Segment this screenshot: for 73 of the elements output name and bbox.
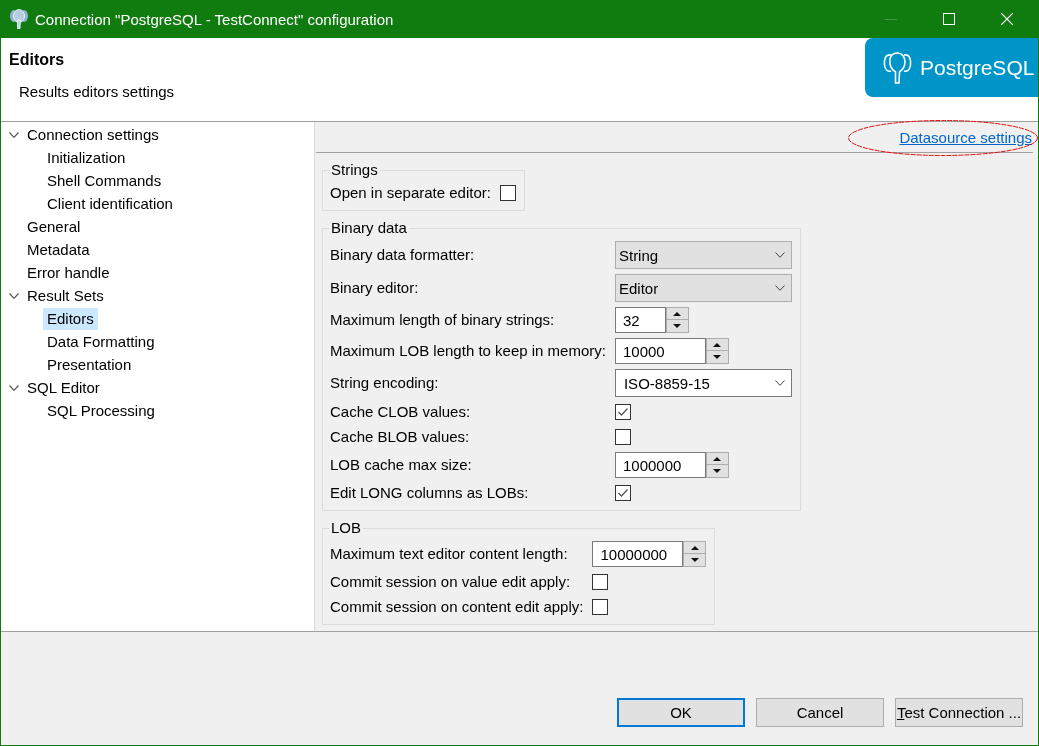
tree-item[interactable]: Metadata — [23, 238, 94, 261]
field-label: Cache BLOB values: — [330, 428, 471, 446]
up-arrow-icon — [713, 342, 722, 347]
dialog-button[interactable]: Test Connection ... — [895, 698, 1023, 727]
field-label: Binary editor: — [330, 279, 420, 297]
field-label: Edit LONG columns as LOBs: — [330, 484, 530, 502]
field-label: Maximum text editor content length: — [330, 545, 569, 563]
up-arrow-icon — [713, 456, 722, 461]
tree-item[interactable]: Result Sets — [23, 284, 108, 307]
up-arrow-icon — [673, 311, 682, 316]
group-title: Binary data — [330, 220, 408, 236]
number-field[interactable]: 1000000 — [614, 452, 706, 478]
number-field[interactable]: 32 — [614, 307, 666, 333]
group-title: Strings — [330, 162, 379, 178]
tree-item[interactable]: Initialization — [43, 146, 130, 169]
window-title: Connection "PostgreSQL - TestConnect" configuration — [35, 10, 395, 28]
number-field[interactable]: 10000000 — [592, 541, 684, 567]
field-label: Cache CLOB values: — [330, 403, 472, 421]
logo-text: PostgreSQL — [920, 55, 1035, 80]
decrement-button[interactable] — [705, 465, 729, 478]
number-field[interactable]: 10000 — [614, 338, 706, 364]
tree-item[interactable]: SQL Processing — [43, 399, 159, 422]
checkbox[interactable] — [614, 404, 631, 420]
chevron-icon — [774, 380, 785, 386]
dropdown[interactable]: ISO-8859-15 — [614, 369, 792, 397]
chevron-icon — [774, 285, 785, 291]
field-label: Binary data formatter: — [330, 246, 476, 264]
field-label: String encoding: — [330, 374, 440, 392]
group-title: LOB — [330, 520, 362, 536]
page-subtitle: Results editors settings — [19, 83, 175, 101]
elephant-icon — [883, 51, 912, 84]
field-label: Open in separate editor: — [330, 184, 491, 202]
elephant-icon — [10, 9, 28, 29]
chevron-icon[interactable] — [9, 384, 19, 391]
tree-item[interactable]: General — [23, 215, 85, 238]
tree-item[interactable]: Presentation — [43, 353, 136, 376]
field-label: Maximum LOB length to keep in memory: — [330, 342, 606, 360]
field-label: LOB cache max size: — [330, 456, 473, 474]
dropdown[interactable]: Editor — [614, 274, 792, 302]
field-label: Commit session on value edit apply: — [330, 573, 572, 591]
checkbox[interactable] — [499, 185, 516, 201]
increment-button[interactable] — [705, 338, 729, 351]
checkbox[interactable] — [592, 574, 609, 590]
up-arrow-icon — [690, 545, 699, 550]
down-arrow-icon — [713, 355, 722, 359]
checkbox[interactable] — [614, 485, 631, 501]
decrement-button[interactable] — [705, 351, 729, 364]
chevron-icon[interactable] — [9, 131, 19, 138]
tree-item[interactable]: Editors — [43, 307, 98, 330]
checkbox[interactable] — [614, 429, 631, 445]
chevron-icon — [774, 252, 785, 258]
decrement-button[interactable] — [683, 554, 707, 567]
dropdown[interactable]: String — [614, 241, 792, 269]
field-label: Maximum length of binary strings: — [330, 311, 556, 329]
down-arrow-icon — [673, 324, 682, 328]
checkbox[interactable] — [592, 599, 609, 615]
tree-item[interactable]: Connection settings — [23, 123, 163, 146]
tree-item[interactable]: Shell Commands — [43, 169, 166, 192]
field-label: Commit session on content edit apply: — [330, 598, 584, 616]
down-arrow-icon — [713, 469, 722, 473]
dialog-button[interactable]: OK — [617, 698, 745, 727]
increment-button[interactable] — [665, 307, 689, 320]
tree-item[interactable]: Data Formatting — [43, 330, 159, 353]
tree-item[interactable]: SQL Editor — [23, 376, 104, 399]
decrement-button[interactable] — [665, 320, 689, 333]
chevron-icon[interactable] — [9, 292, 19, 299]
increment-button[interactable] — [683, 541, 707, 554]
down-arrow-icon — [690, 558, 699, 562]
tree-item[interactable]: Client identification — [43, 192, 177, 215]
increment-button[interactable] — [705, 452, 729, 465]
tree-item[interactable]: Error handle — [23, 261, 114, 284]
dialog-button[interactable]: Cancel — [756, 698, 884, 727]
page-title: Editors — [9, 50, 65, 70]
